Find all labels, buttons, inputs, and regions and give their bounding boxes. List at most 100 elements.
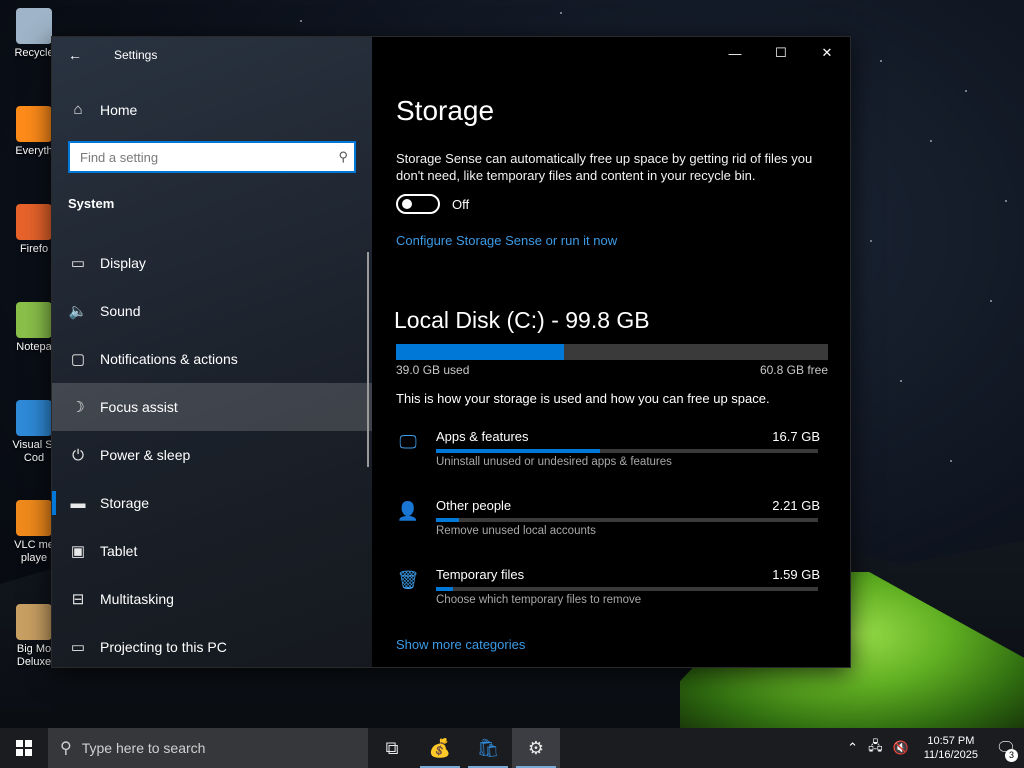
category-size: 2.21 GB bbox=[772, 498, 820, 513]
nav-home-label: Home bbox=[100, 101, 138, 118]
nav-section-title: System bbox=[68, 196, 115, 211]
window-title: Settings bbox=[114, 48, 158, 62]
volume-muted-icon[interactable]: 🔇 bbox=[888, 740, 914, 756]
start-button[interactable] bbox=[0, 728, 48, 768]
nav-home[interactable]: ⌂ Home bbox=[68, 101, 137, 118]
storage-content: — ☐ ✕ Storage Storage Sense can automati… bbox=[372, 37, 850, 667]
taskbar-app-big-money[interactable]: 💰 bbox=[416, 728, 464, 768]
window-controls: — ☐ ✕ bbox=[712, 37, 850, 69]
nav-item-storage[interactable]: ▬ Storage bbox=[52, 479, 372, 527]
category-name: Temporary files bbox=[436, 567, 525, 582]
show-more-categories-link[interactable]: Show more categories bbox=[396, 637, 525, 652]
back-arrow-icon[interactable]: ← bbox=[68, 47, 84, 63]
category-name: Other people bbox=[436, 498, 512, 513]
windows-logo-icon bbox=[16, 740, 32, 756]
toggle-knob bbox=[402, 199, 412, 209]
find-setting-box[interactable]: ⚲ bbox=[68, 141, 356, 173]
storage-category[interactable]: 🗑 Temporary files 1.59 GB Choose which temp… bbox=[396, 567, 820, 627]
clock-date: 11/16/2025 bbox=[923, 749, 978, 761]
maximize-button[interactable]: ☐ bbox=[758, 37, 804, 69]
nav-item-sound[interactable]: 🔈 Sound bbox=[52, 287, 372, 335]
nav-item-label: Focus assist bbox=[100, 399, 178, 415]
nav-item-notifications-actions[interactable]: ▢ Notifications & actions bbox=[52, 335, 372, 383]
power-icon: ⏻ bbox=[72, 446, 84, 464]
minimize-button[interactable]: — bbox=[712, 37, 758, 69]
taskbar: ⚲ Type here to search ⧉ 💰 🛍 ⚙ ⌃ 🖧 🔇 10:5… bbox=[0, 728, 1024, 768]
nav-item-label: Notifications & actions bbox=[100, 351, 238, 367]
settings-window: ← Settings ⌂ Home ⚲ System ▭ Display 🔈 Soun… bbox=[51, 36, 851, 668]
category-usage-fill bbox=[436, 518, 459, 522]
nav-item-label: Power & sleep bbox=[100, 447, 191, 463]
nav-item-label: Sound bbox=[100, 303, 141, 319]
category-usage-bar bbox=[436, 518, 818, 522]
clock-time: 10:57 PM bbox=[927, 735, 975, 747]
task-view-button[interactable]: ⧉ bbox=[368, 728, 416, 768]
storage-sense-description: Storage Sense can automatically free up … bbox=[396, 151, 813, 183]
category-usage-bar bbox=[436, 449, 818, 453]
message-icon: ▢ bbox=[70, 351, 86, 368]
disk-usage-fill bbox=[396, 344, 565, 360]
nav-list: ▭ Display 🔈 Sound ▢ Notifications & actions ☽ F… bbox=[52, 239, 372, 671]
speaker-icon: 🔈 bbox=[68, 303, 88, 320]
nav-item-label: Projecting to this PC bbox=[100, 639, 227, 655]
moon-icon: ☽ bbox=[71, 399, 85, 416]
vscode-icon bbox=[16, 400, 52, 436]
disk-used-label: 39.0 GB used bbox=[396, 363, 470, 377]
nav-item-power-sleep[interactable]: ⏻ Power & sleep bbox=[52, 431, 372, 479]
category-name: Apps & features bbox=[436, 429, 529, 444]
category-size: 1.59 GB bbox=[772, 567, 820, 582]
category-usage-fill bbox=[436, 449, 601, 453]
monitor-icon: ▭ bbox=[70, 255, 86, 272]
gear-icon: ⚙ bbox=[527, 737, 545, 758]
disk-usage-bar bbox=[396, 344, 828, 360]
close-button[interactable]: ✕ bbox=[804, 37, 850, 69]
recycle-bin-icon bbox=[16, 8, 52, 44]
vlc-cone-icon bbox=[16, 500, 52, 536]
category-usage-bar bbox=[436, 587, 818, 591]
search-icon: ⚲ bbox=[60, 740, 72, 757]
nav-item-label: Multitasking bbox=[100, 591, 174, 607]
taskbar-app-store[interactable]: 🛍 bbox=[464, 728, 512, 768]
search-icon[interactable]: ⚲ bbox=[338, 149, 348, 165]
trash-icon: 🗑 bbox=[396, 570, 420, 590]
nav-item-label: Display bbox=[100, 255, 146, 271]
home-icon: ⌂ bbox=[73, 101, 83, 118]
category-description: Choose which temporary files to remove bbox=[436, 594, 642, 606]
configure-storage-sense-link[interactable]: Configure Storage Sense or run it now bbox=[396, 233, 617, 248]
action-center-button[interactable]: 🗨 3 bbox=[988, 738, 1024, 762]
nav-item-label: Tablet bbox=[100, 543, 138, 559]
disk-title: Local Disk (C:) - 99.8 GB bbox=[394, 307, 650, 333]
nav-item-display[interactable]: ▭ Display bbox=[52, 239, 372, 287]
nav-item-tablet[interactable]: ▣ Tablet bbox=[52, 527, 372, 575]
taskbar-search-box[interactable]: ⚲ Type here to search bbox=[48, 728, 368, 768]
clock[interactable]: 10:57 PM 11/16/2025 bbox=[914, 734, 988, 762]
category-usage-fill bbox=[436, 587, 454, 591]
money-bag-icon bbox=[16, 604, 52, 640]
taskbar-search-placeholder: Type here to search bbox=[81, 740, 206, 756]
title-bar: ← Settings bbox=[52, 37, 372, 73]
storage-category[interactable]: 👤 Other people 2.21 GB Remove unused local … bbox=[396, 498, 820, 558]
storage-category[interactable]: 🖵 Apps & features 16.7 GB Uninstall unused … bbox=[396, 429, 820, 489]
firefox-icon bbox=[16, 204, 52, 240]
nav-scrollbar[interactable] bbox=[367, 252, 369, 467]
store-bag-icon: 🛍 bbox=[476, 737, 500, 758]
find-setting-input[interactable] bbox=[80, 149, 339, 165]
nav-item-projecting-to-this-pc[interactable]: ▭ Projecting to this PC bbox=[52, 623, 372, 671]
toggle-state-label: Off bbox=[452, 197, 470, 212]
network-icon[interactable]: 🖧 bbox=[863, 737, 888, 759]
notepad-icon bbox=[16, 302, 52, 338]
category-size: 16.7 GB bbox=[772, 429, 820, 444]
settings-nav-pane: ← Settings ⌂ Home ⚲ System ▭ Display 🔈 Soun… bbox=[52, 37, 372, 667]
nav-item-multitasking[interactable]: ⊟ Multitasking bbox=[52, 575, 372, 623]
taskbar-app-settings[interactable]: ⚙ bbox=[512, 728, 560, 768]
notification-count-badge: 3 bbox=[1005, 749, 1018, 762]
category-description: Uninstall unused or undesired apps & fea… bbox=[436, 456, 672, 468]
nav-item-focus-assist[interactable]: ☽ Focus assist bbox=[52, 383, 372, 431]
system-tray: ⌃ 🖧 🔇 10:57 PM 11/16/2025 🗨 3 bbox=[842, 728, 1024, 768]
projector-icon: ▭ bbox=[70, 639, 86, 656]
chevron-up-icon[interactable]: ⌃ bbox=[842, 740, 863, 756]
storage-usage-intro: This is how your storage is used and how… bbox=[396, 391, 770, 406]
nav-item-label: Storage bbox=[100, 495, 150, 511]
storage-sense-toggle[interactable] bbox=[396, 194, 440, 214]
person-icon: 👤 bbox=[396, 501, 420, 521]
